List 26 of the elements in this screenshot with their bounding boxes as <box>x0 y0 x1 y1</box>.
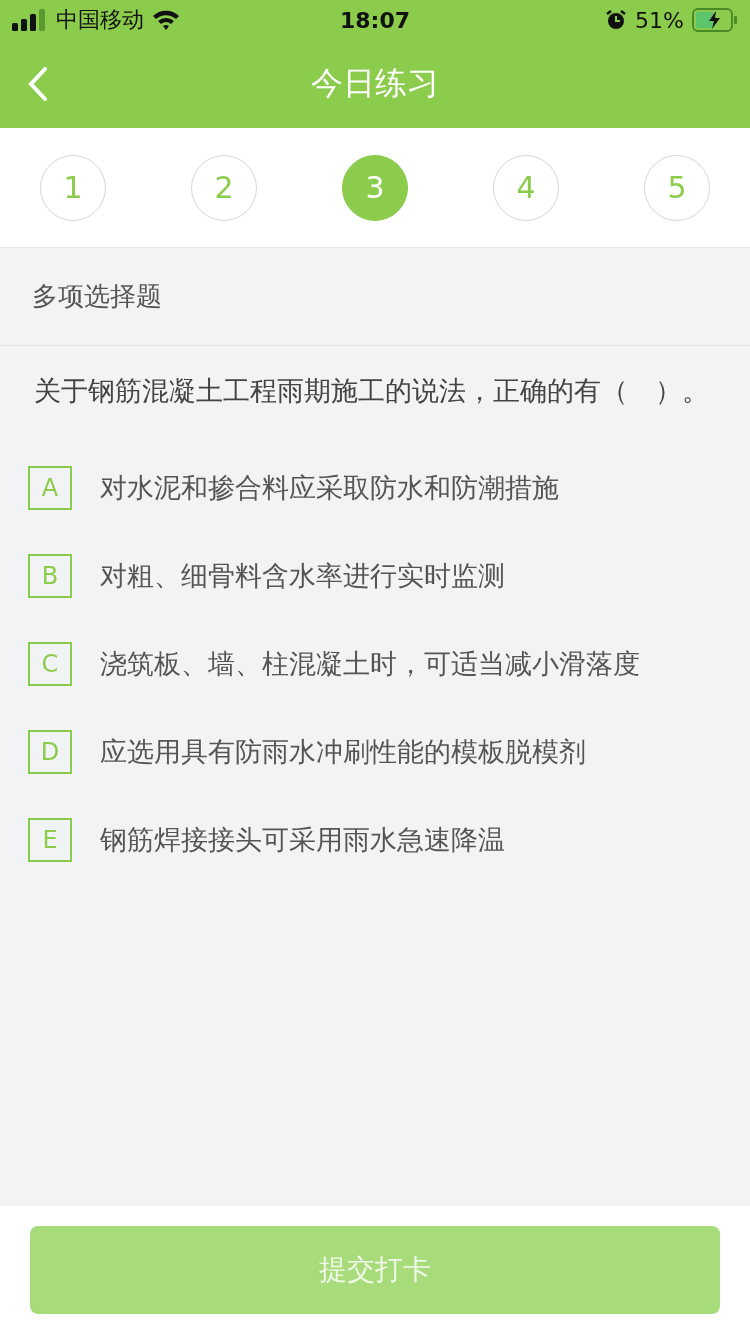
page-title: 今日练习 <box>311 63 439 104</box>
option-text[interactable]: 浇筑板、墙、柱混凝土时，可适当减小滑落度 <box>100 646 640 682</box>
option-letter-box[interactable]: A <box>28 466 72 510</box>
battery-icon <box>692 8 738 32</box>
back-button[interactable] <box>28 67 48 101</box>
option-letter-box[interactable]: D <box>28 730 72 774</box>
battery-percent: 51% <box>635 7 684 33</box>
question-type: 多项选择题 <box>32 280 162 313</box>
question-number-tab[interactable]: 1 <box>40 154 106 221</box>
status-time: 18:07 <box>340 7 410 33</box>
question-number-tab[interactable]: 5 <box>644 154 710 221</box>
question-text: 关于钢筋混凝土工程雨期施工的说法，正确的有（ ）。 <box>34 374 710 408</box>
question-number-tab[interactable]: 3 <box>342 154 408 221</box>
carrier-name: 中国移动 <box>56 6 144 34</box>
option-text[interactable]: 钢筋焊接接头可采用雨水急速降温 <box>100 822 505 858</box>
question-number-tab[interactable]: 2 <box>191 154 257 221</box>
question-number-tab[interactable]: 4 <box>493 154 559 221</box>
option-letter-box[interactable]: E <box>28 818 72 862</box>
option-letter-box[interactable]: B <box>28 554 72 598</box>
option-letter-box[interactable]: C <box>28 642 72 686</box>
option-text[interactable]: 应选用具有防雨水冲刷性能的模板脱模剂 <box>100 734 586 770</box>
signal-icon <box>12 9 48 31</box>
alarm-clock-icon <box>605 9 628 31</box>
wifi-icon <box>152 9 180 31</box>
option-text[interactable]: 对水泥和掺合料应采取防水和防潮措施 <box>100 470 559 506</box>
option-text[interactable]: 对粗、细骨料含水率进行实时监测 <box>100 558 505 594</box>
